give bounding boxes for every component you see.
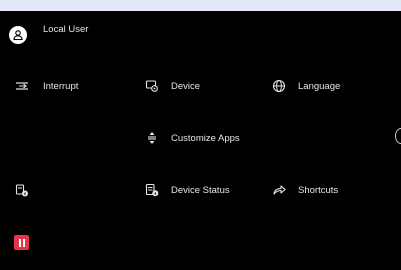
local-user-button[interactable]: Local User	[9, 23, 89, 45]
device-status-icon	[145, 183, 159, 197]
language-button[interactable]: Language	[272, 75, 340, 97]
interrupt-icon	[15, 79, 29, 93]
device-label: Device	[171, 80, 201, 92]
user-name: Local User	[43, 23, 89, 35]
customize-apps-label: Customize Apps	[171, 132, 240, 144]
globe-icon	[272, 79, 286, 93]
language-label: Language	[298, 80, 341, 92]
reorder-icon	[145, 131, 159, 145]
printer-status-button[interactable]	[15, 179, 29, 201]
pause-icon	[22, 238, 25, 247]
pause-icon	[18, 238, 21, 247]
pause-button[interactable]	[14, 235, 29, 250]
interrupt-button[interactable]: Interrupt	[15, 75, 78, 97]
device-status-label: Device Status	[171, 184, 230, 196]
device-settings-icon	[145, 79, 159, 93]
printer-info-icon	[15, 183, 29, 197]
customize-apps-button[interactable]: Customize Apps	[145, 127, 240, 149]
user-icon	[9, 26, 27, 44]
interrupt-label: Interrupt	[43, 80, 79, 92]
control-panel-screen: Local User Interrupt Device Language Cus…	[0, 11, 401, 270]
shortcuts-label: Shortcuts	[298, 184, 339, 196]
side-panel-handle[interactable]	[395, 128, 401, 144]
shortcut-arrow-icon	[272, 183, 286, 197]
device-button[interactable]: Device	[145, 75, 200, 97]
shortcuts-button[interactable]: Shortcuts	[272, 179, 338, 201]
device-status-button[interactable]: Device Status	[145, 179, 230, 201]
